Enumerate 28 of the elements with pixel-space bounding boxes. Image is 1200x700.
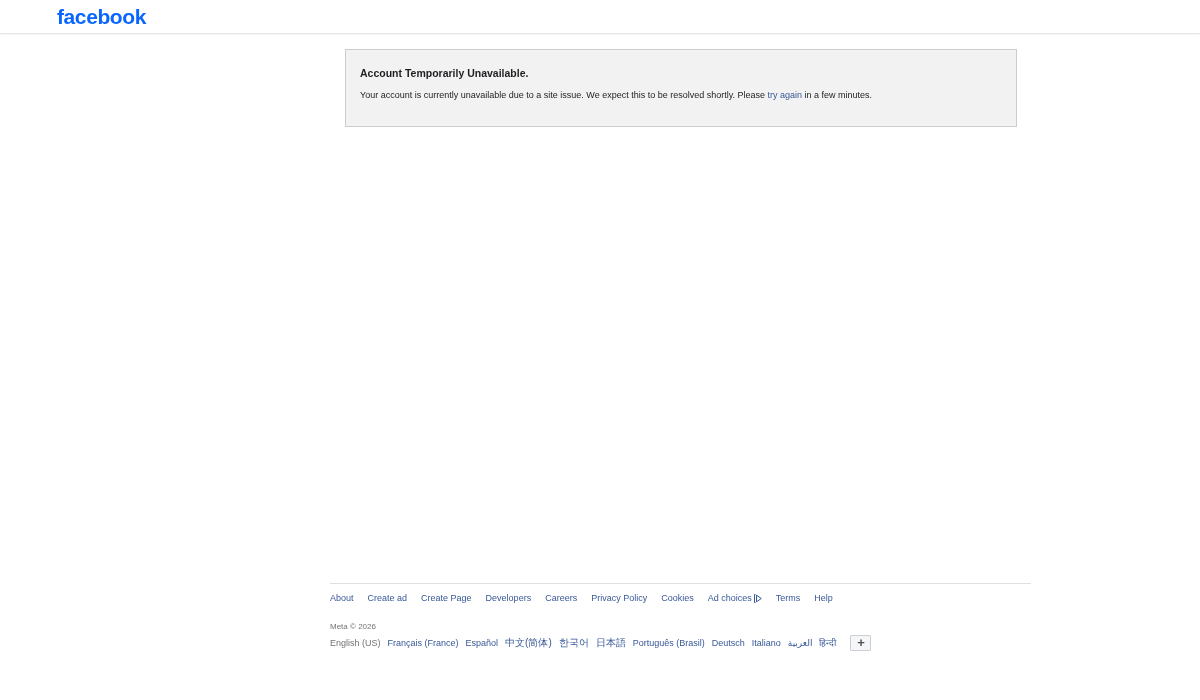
language-link[interactable]: 日本語 [595,637,626,649]
language-link[interactable]: العربية [787,637,813,649]
language-link[interactable]: Deutsch [711,637,745,649]
language-link[interactable]: Português (Brasil) [632,637,705,649]
language-link[interactable]: English (US) [330,637,381,649]
footer-link[interactable]: Create Page [421,592,472,604]
footer-link[interactable]: Privacy Policy [591,592,648,604]
triangle-icon [752,593,762,603]
language-link[interactable]: Español [465,637,499,649]
footer-link[interactable]: Cookies [661,592,694,604]
footer-link[interactable]: Help [814,592,833,604]
language-link[interactable]: 한국어 [558,637,589,649]
language-link[interactable]: 中文(简体) [505,637,552,649]
language-link[interactable]: Français (France) [387,637,459,649]
notice-title: Account Temporarily Unavailable. [360,67,530,79]
notice-message: Your account is currently unavailable due to a site issue. We expect this to be resolved shortly. Please try again in a few minutes. [360,89,874,101]
logo-link[interactable]: facebook [57,6,146,27]
footer-link[interactable]: Ad choices [707,592,762,604]
footer-link[interactable]: Create ad [367,592,408,604]
footer-link[interactable]: Developers [485,592,532,604]
more-languages-button[interactable]: + [850,635,872,651]
footer-link[interactable]: Terms [775,592,801,604]
footer-link[interactable]: Careers [545,592,578,604]
language-link[interactable]: हिन्दी [819,637,837,649]
footer-link[interactable]: About [330,592,354,604]
message-link[interactable]: try again [767,90,803,100]
copyright-text: Meta © 2026 [330,622,377,632]
language-link[interactable]: Italiano [751,637,781,649]
